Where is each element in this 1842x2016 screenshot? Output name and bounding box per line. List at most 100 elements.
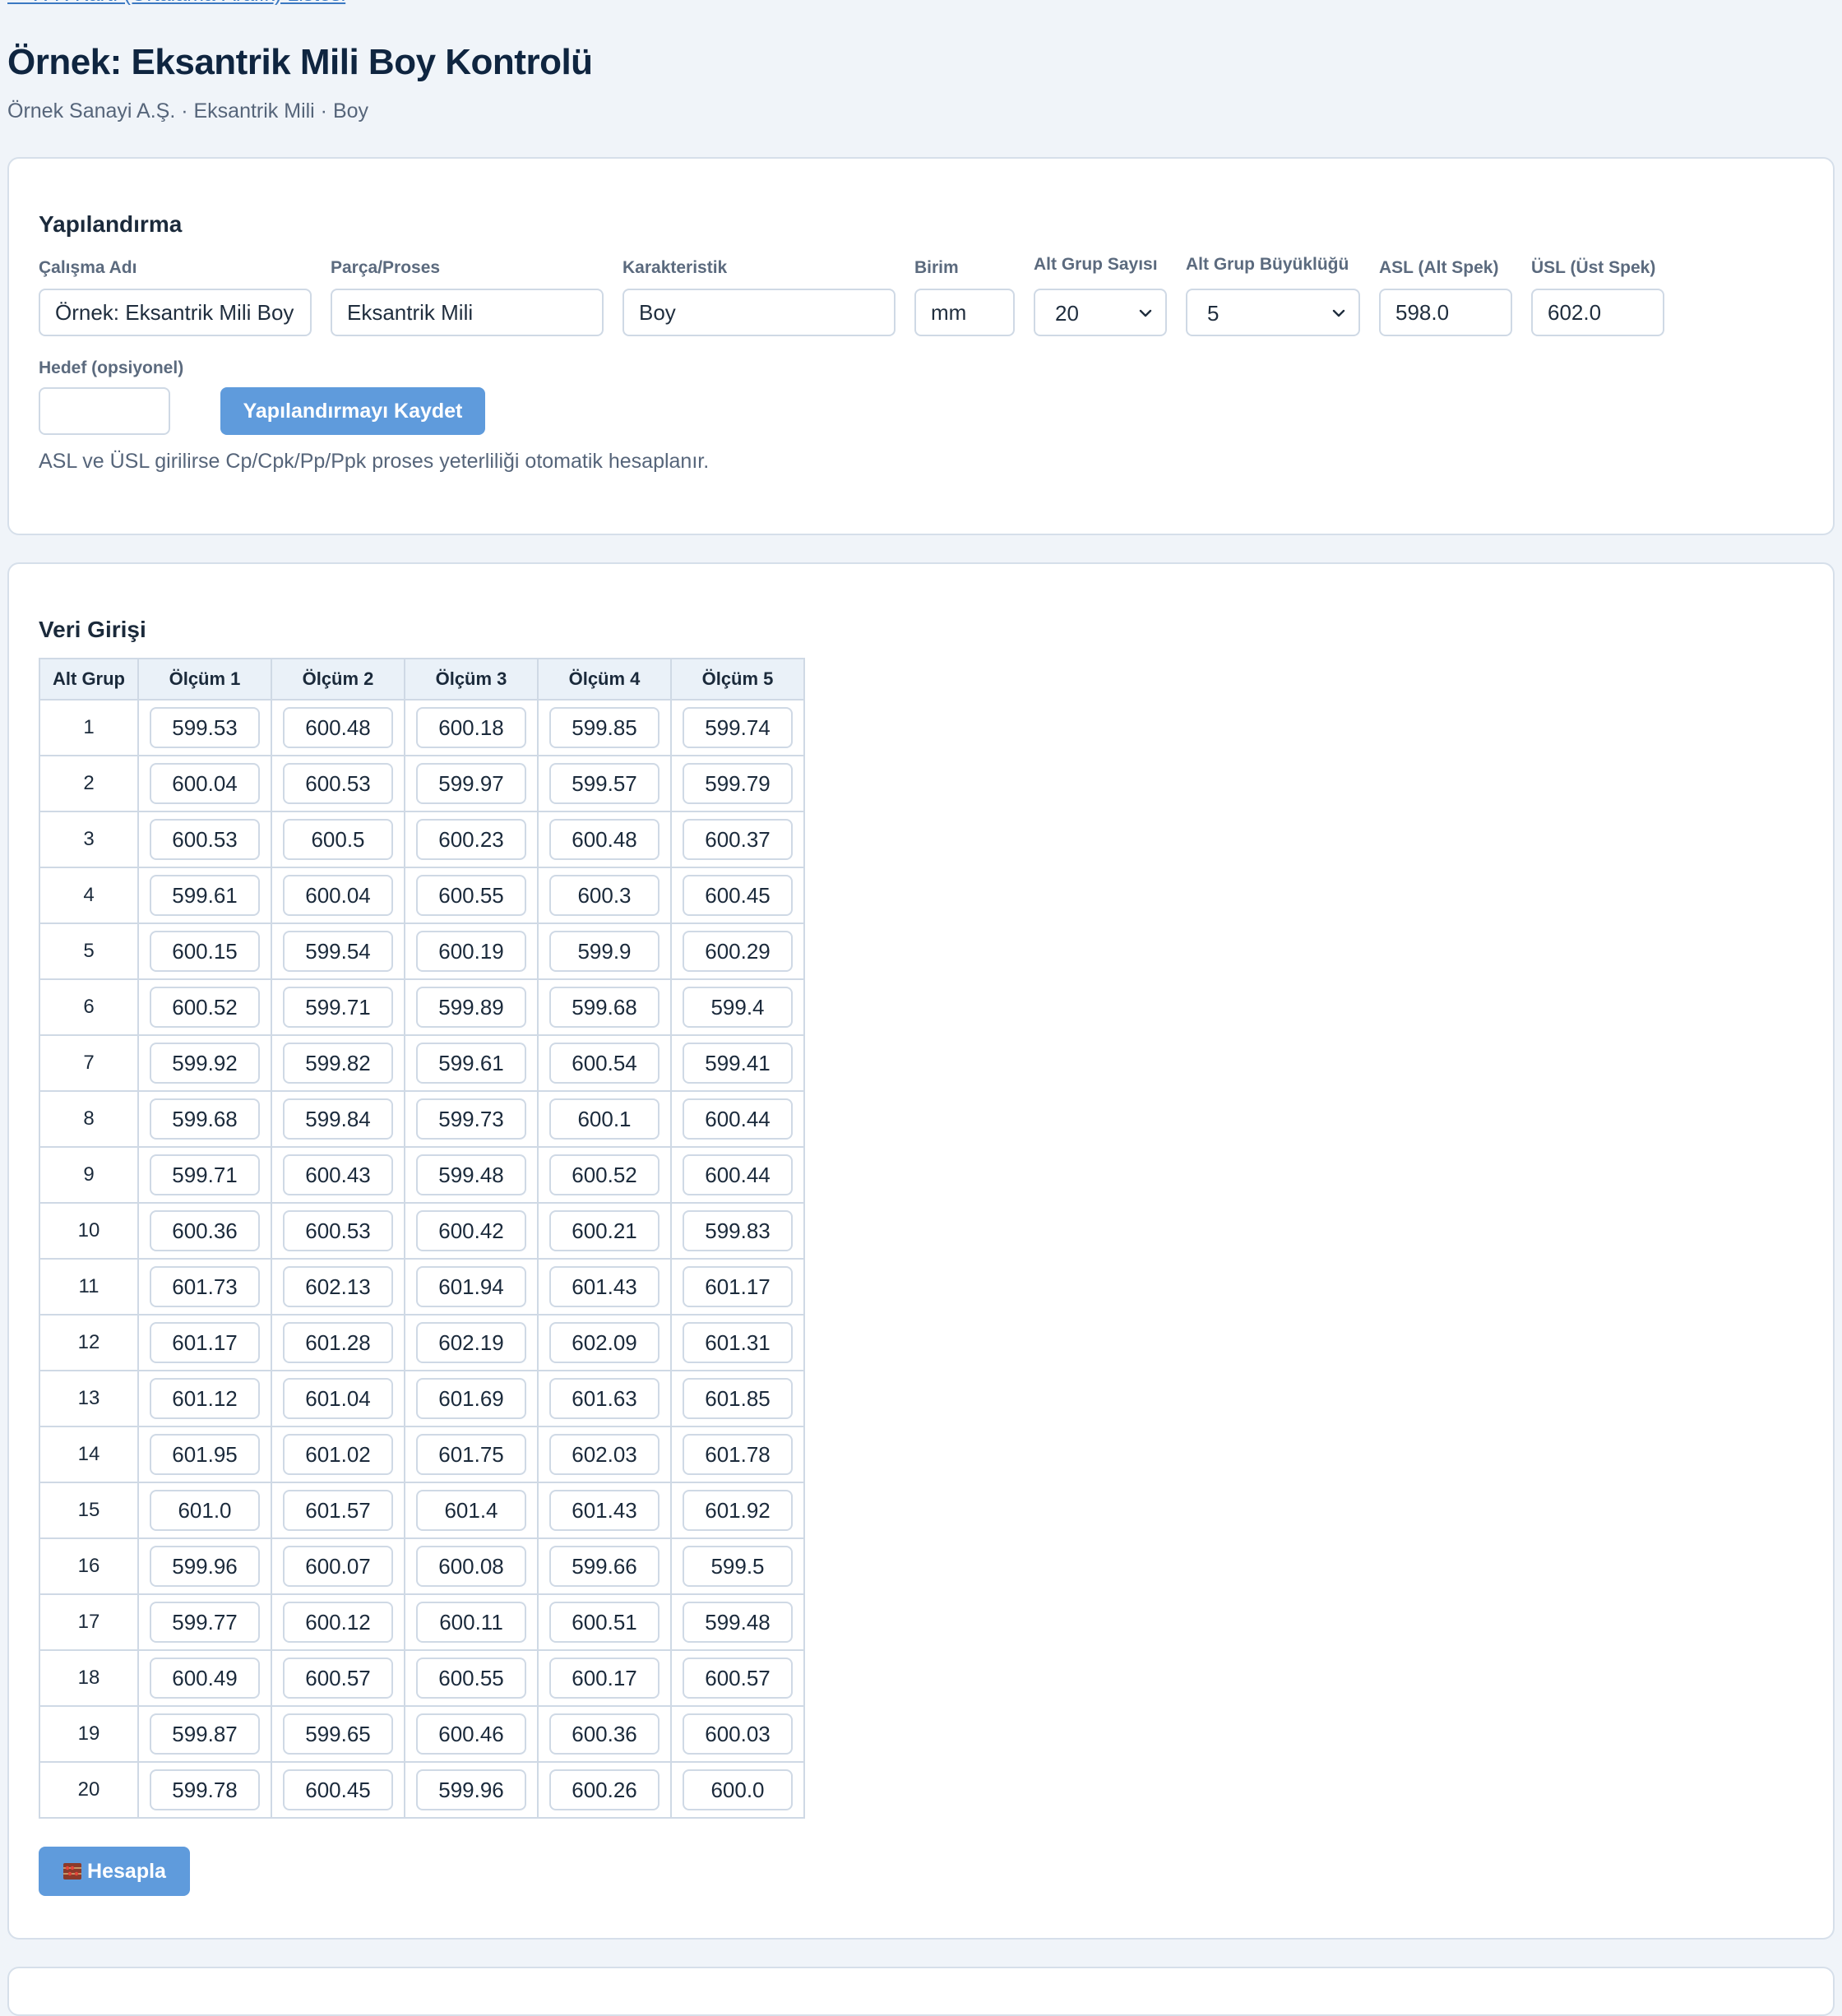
measurement-input[interactable] — [549, 763, 660, 804]
measurement-input[interactable] — [416, 707, 526, 748]
measurement-input[interactable] — [549, 1658, 660, 1699]
measurement-input[interactable] — [416, 931, 526, 972]
measurement-input[interactable] — [283, 707, 393, 748]
measurement-input[interactable] — [683, 1210, 793, 1251]
measurement-input[interactable] — [150, 1602, 260, 1643]
measurement-input[interactable] — [416, 1602, 526, 1643]
measurement-input[interactable] — [150, 1769, 260, 1810]
measurement-input[interactable] — [549, 1098, 660, 1140]
measurement-input[interactable] — [283, 1434, 393, 1475]
usl-input[interactable] — [1531, 289, 1664, 336]
measurement-input[interactable] — [150, 1210, 260, 1251]
measurement-input[interactable] — [549, 819, 660, 860]
characteristic-input[interactable] — [622, 289, 896, 336]
measurement-input[interactable] — [549, 875, 660, 916]
measurement-input[interactable] — [416, 1378, 526, 1419]
measurement-input[interactable] — [683, 875, 793, 916]
measurement-input[interactable] — [150, 819, 260, 860]
measurement-input[interactable] — [416, 987, 526, 1028]
back-link[interactable]: ← X̄-R Kartı (Ortalama-Aralık) Listesi — [7, 0, 345, 7]
measurement-input[interactable] — [683, 819, 793, 860]
measurement-input[interactable] — [416, 1154, 526, 1195]
measurement-input[interactable] — [683, 1098, 793, 1140]
measurement-input[interactable] — [150, 1490, 260, 1531]
measurement-input[interactable] — [150, 763, 260, 804]
measurement-input[interactable] — [683, 1322, 793, 1363]
measurement-input[interactable] — [283, 1769, 393, 1810]
measurement-input[interactable] — [150, 1434, 260, 1475]
measurement-input[interactable] — [283, 1210, 393, 1251]
measurement-input[interactable] — [549, 1154, 660, 1195]
measurement-input[interactable] — [150, 1266, 260, 1307]
measurement-input[interactable] — [283, 1266, 393, 1307]
measurement-input[interactable] — [683, 1043, 793, 1084]
measurement-input[interactable] — [416, 1490, 526, 1531]
measurement-input[interactable] — [683, 931, 793, 972]
measurement-input[interactable] — [683, 707, 793, 748]
subgroup-size-select[interactable]: 5 — [1186, 289, 1360, 336]
calculate-button[interactable]: Hesapla — [39, 1847, 190, 1896]
lsl-input[interactable] — [1379, 289, 1512, 336]
part-input[interactable] — [331, 289, 604, 336]
measurement-input[interactable] — [150, 1322, 260, 1363]
measurement-input[interactable] — [150, 1658, 260, 1699]
unit-input[interactable] — [914, 289, 1015, 336]
measurement-input[interactable] — [283, 1043, 393, 1084]
measurement-input[interactable] — [416, 1322, 526, 1363]
measurement-input[interactable] — [283, 763, 393, 804]
measurement-input[interactable] — [549, 1378, 660, 1419]
measurement-input[interactable] — [283, 1378, 393, 1419]
measurement-input[interactable] — [549, 1043, 660, 1084]
measurement-input[interactable] — [283, 987, 393, 1028]
measurement-input[interactable] — [283, 1154, 393, 1195]
measurement-input[interactable] — [549, 1434, 660, 1475]
measurement-input[interactable] — [549, 1769, 660, 1810]
measurement-input[interactable] — [683, 1546, 793, 1587]
measurement-input[interactable] — [416, 763, 526, 804]
measurement-input[interactable] — [683, 1434, 793, 1475]
measurement-input[interactable] — [416, 1210, 526, 1251]
measurement-input[interactable] — [549, 1602, 660, 1643]
measurement-input[interactable] — [683, 763, 793, 804]
measurement-input[interactable] — [549, 1546, 660, 1587]
measurement-input[interactable] — [549, 931, 660, 972]
measurement-input[interactable] — [549, 987, 660, 1028]
measurement-input[interactable] — [150, 875, 260, 916]
measurement-input[interactable] — [416, 1043, 526, 1084]
measurement-input[interactable] — [683, 1713, 793, 1755]
measurement-input[interactable] — [283, 931, 393, 972]
measurement-input[interactable] — [416, 819, 526, 860]
measurement-input[interactable] — [416, 875, 526, 916]
measurement-input[interactable] — [283, 1322, 393, 1363]
measurement-input[interactable] — [416, 1546, 526, 1587]
measurement-input[interactable] — [416, 1098, 526, 1140]
measurement-input[interactable] — [283, 875, 393, 916]
measurement-input[interactable] — [683, 1378, 793, 1419]
save-config-button[interactable]: Yapılandırmayı Kaydet — [220, 387, 485, 435]
measurement-input[interactable] — [549, 707, 660, 748]
measurement-input[interactable] — [283, 1713, 393, 1755]
measurement-input[interactable] — [150, 1043, 260, 1084]
measurement-input[interactable] — [150, 1098, 260, 1140]
measurement-input[interactable] — [150, 1546, 260, 1587]
measurement-input[interactable] — [549, 1210, 660, 1251]
measurement-input[interactable] — [683, 1490, 793, 1531]
measurement-input[interactable] — [549, 1322, 660, 1363]
measurement-input[interactable] — [683, 1154, 793, 1195]
measurement-input[interactable] — [150, 707, 260, 748]
measurement-input[interactable] — [283, 819, 393, 860]
measurement-input[interactable] — [150, 987, 260, 1028]
measurement-input[interactable] — [283, 1602, 393, 1643]
measurement-input[interactable] — [416, 1658, 526, 1699]
measurement-input[interactable] — [549, 1266, 660, 1307]
measurement-input[interactable] — [683, 1769, 793, 1810]
measurement-input[interactable] — [683, 1658, 793, 1699]
measurement-input[interactable] — [416, 1266, 526, 1307]
measurement-input[interactable] — [683, 987, 793, 1028]
target-input[interactable] — [39, 387, 170, 435]
measurement-input[interactable] — [683, 1266, 793, 1307]
measurement-input[interactable] — [283, 1098, 393, 1140]
subgroup-count-select[interactable]: 20 — [1034, 289, 1167, 336]
measurement-input[interactable] — [283, 1490, 393, 1531]
measurement-input[interactable] — [549, 1713, 660, 1755]
